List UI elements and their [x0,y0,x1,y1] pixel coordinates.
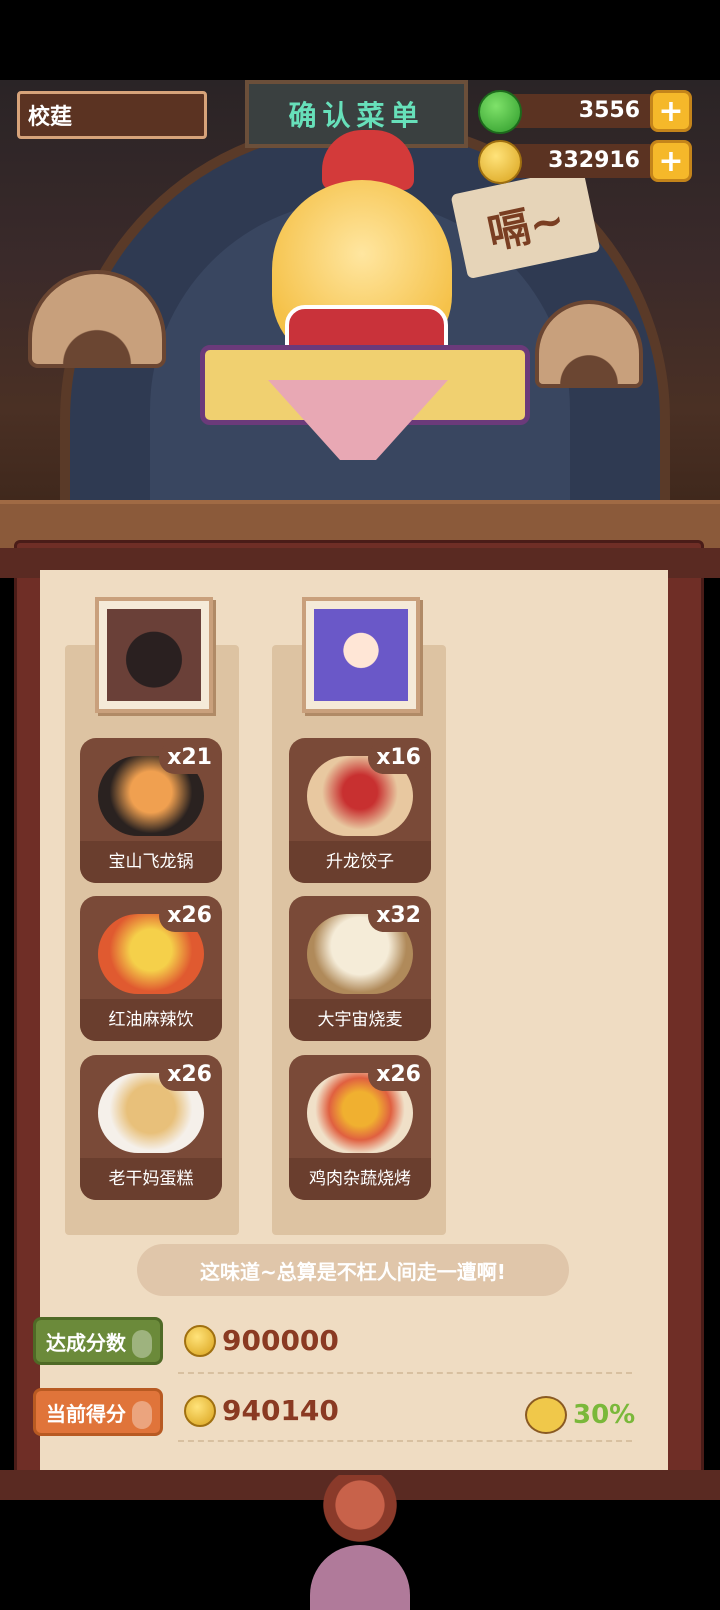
current-score-label: 当前得分 [46,1401,126,1426]
divider [178,1372,632,1374]
chinese-knot-icon [320,1475,400,1575]
dish-card[interactable]: x26 鸡肉杂蔬烧烤 [289,1055,431,1200]
customer-portrait-girl[interactable] [302,597,420,713]
current-score-value: 940140 [222,1394,339,1427]
target-score-tag: 达成分数 [33,1317,163,1365]
dish-card[interactable]: x26 老干妈蛋糕 [80,1055,222,1200]
dish-count: x16 [368,742,429,774]
dish-name: 升龙饺子 [289,841,431,883]
coin-icon [478,140,522,184]
divider [178,1440,632,1442]
dish-card[interactable]: x32 大宇宙烧麦 [289,896,431,1041]
chevron-right-icon [132,1330,152,1358]
girl-portrait-icon [314,609,408,701]
dish-name: 红油麻辣饮 [80,999,222,1041]
target-score-value: 900000 [222,1324,339,1357]
dish-card[interactable]: x16 升龙饺子 [289,738,431,883]
dish-name: 鸡肉杂蔬烧烤 [289,1158,431,1200]
target-score-label: 达成分数 [46,1330,126,1355]
customer-quote: 这味道~总算是不枉人间走一遭啊! [137,1244,569,1296]
player-name-box: 校莛 [17,91,207,139]
dish-count: x26 [368,1059,429,1091]
wolf-portrait-icon [107,609,201,701]
chevron-right-icon [132,1401,152,1429]
customer-portrait-wolf[interactable] [95,597,213,713]
jade-icon [478,90,522,134]
lucky-pig-icon [525,1396,567,1434]
target-score: 900000 [184,1324,339,1357]
dish-name: 老干妈蛋糕 [80,1158,222,1200]
dish-card[interactable]: x26 红油麻辣饮 [80,896,222,1041]
current-score-tag: 当前得分 [33,1388,163,1436]
dish-count: x26 [159,1059,220,1091]
dish-name: 宝山飞龙锅 [80,841,222,883]
add-coin-button[interactable]: + [650,140,692,182]
dish-card[interactable]: x21 宝山飞龙锅 [80,738,222,883]
dish-name: 大宇宙烧麦 [289,999,431,1041]
bonus-percent-value: 30% [573,1400,636,1430]
dish-count: x21 [159,742,220,774]
coin-icon [184,1324,216,1357]
dish-count: x26 [159,900,220,932]
dish-count: x32 [368,900,429,932]
add-jade-button[interactable]: + [650,90,692,132]
coin-icon [184,1394,216,1427]
bonus-percent: 30% [525,1396,635,1434]
status-bar-area [0,0,720,80]
coin-counter: 332916 + [478,140,692,184]
jade-counter: 3556 + [478,90,692,134]
current-score: 940140 [184,1394,339,1427]
